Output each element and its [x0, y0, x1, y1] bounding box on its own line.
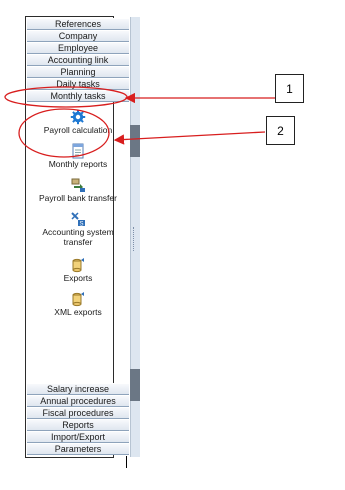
callout-1: 1	[275, 74, 304, 103]
highlight-ellipse-monthly-tasks	[4, 86, 128, 108]
arrow-to-payroll-calculation	[113, 131, 266, 145]
highlight-ellipse-payroll-calculation	[18, 108, 110, 158]
text-cursor	[126, 456, 127, 468]
callout-2: 2	[266, 116, 295, 145]
